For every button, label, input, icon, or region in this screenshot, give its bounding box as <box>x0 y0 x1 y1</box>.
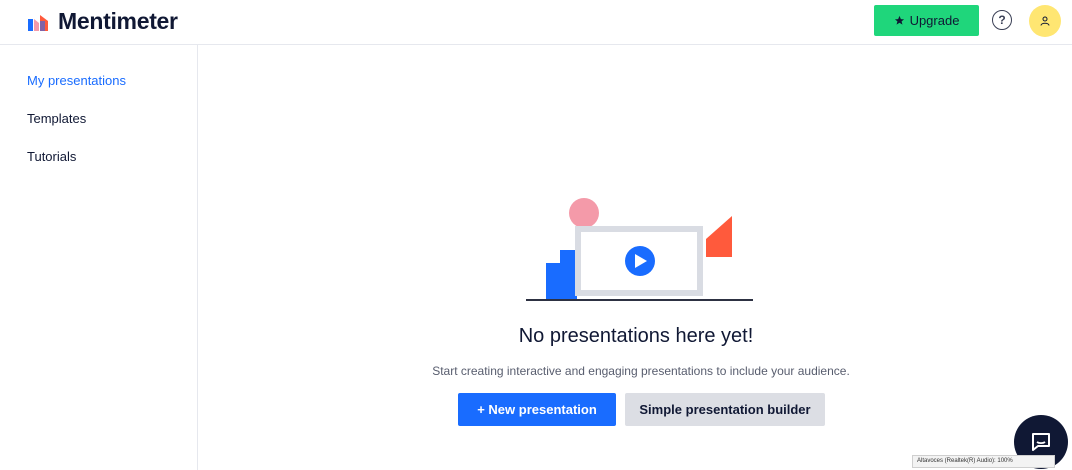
sidebar-item-tutorials[interactable]: Tutorials <box>27 149 76 164</box>
presentation-play-illustration <box>526 198 753 301</box>
mentimeter-logo-icon <box>28 14 48 31</box>
system-volume-tooltip: Altavoces (Realtek(R) Audio): 100% <box>912 455 1055 468</box>
brand[interactable]: Mentimeter <box>28 8 178 35</box>
upgrade-label: Upgrade <box>909 13 960 28</box>
new-presentation-button[interactable]: + New presentation <box>458 393 616 426</box>
avatar[interactable] <box>1029 5 1061 37</box>
question-circle-icon: ? <box>998 13 1006 27</box>
brand-name: Mentimeter <box>58 8 178 34</box>
star-icon <box>894 15 904 25</box>
user-icon <box>1040 16 1050 26</box>
sidebar-item-my-presentations[interactable]: My presentations <box>27 73 126 88</box>
sidebar-item-templates[interactable]: Templates <box>27 111 86 126</box>
upgrade-button[interactable]: Upgrade <box>874 5 979 36</box>
simple-presentation-builder-button[interactable]: Simple presentation builder <box>625 393 825 426</box>
top-header: Mentimeter Upgrade ? <box>0 0 1072 45</box>
sidebar: My presentations Templates Tutorials <box>0 45 198 470</box>
empty-state-subtitle: Start creating interactive and engaging … <box>432 364 850 378</box>
help-button[interactable]: ? <box>992 10 1012 30</box>
chat-bubble-icon <box>1032 433 1050 451</box>
empty-state-title: No presentations here yet! <box>518 325 754 347</box>
